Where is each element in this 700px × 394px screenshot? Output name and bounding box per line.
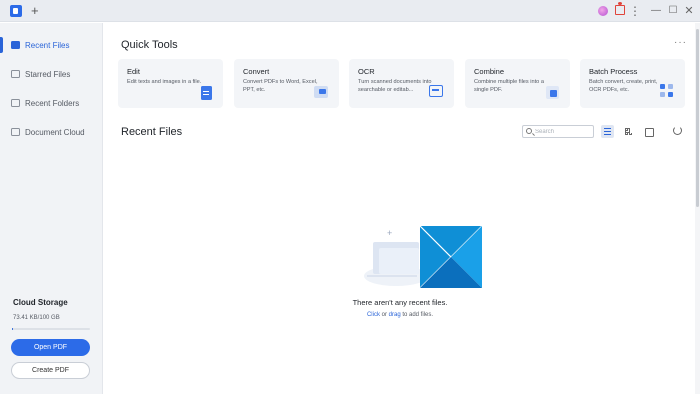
cloud-icon — [11, 128, 20, 136]
tool-card-title: Batch Process — [589, 67, 638, 76]
user-avatar-icon[interactable] — [598, 6, 608, 16]
empty-state-hint: Click or drag to add files. — [300, 312, 500, 318]
hint-or-text: or — [379, 312, 389, 318]
empty-state-illustration: + — [364, 226, 483, 289]
gift-icon[interactable] — [615, 2, 625, 15]
list-view-button[interactable] — [601, 125, 614, 138]
tool-card-edit[interactable]: Edit Edit texts and images in a file. — [118, 59, 223, 108]
more-options-button[interactable]: ··· — [674, 37, 687, 48]
grid-view-button[interactable] — [622, 125, 635, 138]
tool-card-desc: Combine multiple files into a single PDF… — [474, 79, 544, 93]
sidebar-item-recent-folders[interactable]: Recent Folders — [0, 91, 102, 115]
combine-icon — [546, 86, 559, 99]
click-to-add-link[interactable]: Click — [367, 312, 380, 318]
tool-card-convert[interactable]: Convert Convert PDFs to Word, Excel, PPT… — [234, 59, 339, 108]
search-input[interactable] — [535, 127, 591, 136]
scrollbar[interactable] — [695, 23, 700, 394]
sidebar-item-label: Recent Folders — [25, 98, 80, 108]
tool-card-title: Convert — [243, 67, 270, 76]
maximize-icon[interactable]: ☐ — [668, 4, 678, 18]
search-icon — [526, 128, 532, 134]
sidebar: Recent Files Starred Files Recent Folder… — [0, 23, 103, 394]
folder-icon — [11, 99, 20, 107]
create-pdf-button[interactable]: Create PDF — [11, 362, 90, 379]
hint-rest-text: to add files. — [400, 312, 434, 318]
edit-doc-icon — [201, 86, 212, 100]
minimize-icon[interactable]: — — [651, 4, 661, 18]
clear-recent-button[interactable] — [642, 125, 655, 138]
tool-card-ocr[interactable]: OCR Turn scanned documents into searchab… — [349, 59, 454, 108]
cloud-storage-usage: 73.41 KB/100 GB — [13, 315, 60, 321]
tool-card-desc: Convert PDFs to Word, Excel, PPT, etc. — [243, 79, 318, 93]
open-pdf-button[interactable]: Open PDF — [11, 339, 90, 356]
sidebar-item-starred-files[interactable]: Starred Files — [0, 62, 102, 86]
quick-tools-title: Quick Tools — [121, 39, 178, 51]
tool-card-title: OCR — [358, 67, 375, 76]
sidebar-item-recent-files[interactable]: Recent Files — [0, 33, 102, 57]
sidebar-item-label: Recent Files — [25, 40, 70, 50]
recent-files-icon — [11, 41, 20, 49]
menu-kebab-icon[interactable]: ⋮ — [629, 4, 641, 18]
batch-process-icon — [660, 84, 674, 98]
tool-card-title: Edit — [127, 67, 140, 76]
tool-card-desc: Edit texts and images in a file. — [127, 79, 202, 85]
new-tab-button[interactable]: + — [31, 3, 39, 19]
scrollbar-thumb[interactable] — [696, 29, 699, 207]
close-icon[interactable]: ✕ — [684, 4, 694, 18]
star-icon — [11, 70, 20, 78]
svg-text:+: + — [387, 228, 392, 238]
app-logo-icon — [10, 5, 22, 17]
refresh-icon[interactable] — [673, 126, 682, 135]
sidebar-item-document-cloud[interactable]: Document Cloud — [0, 120, 102, 144]
storage-progress-bar — [12, 328, 90, 330]
drag-to-add-link[interactable]: drag — [389, 312, 401, 318]
title-bar: + ⋮ — ☐ ✕ — [0, 0, 700, 22]
tool-card-title: Combine — [474, 67, 505, 76]
sidebar-item-label: Document Cloud — [25, 127, 85, 137]
convert-icon — [314, 86, 328, 98]
tool-card-desc: Turn scanned documents into searchable o… — [358, 79, 432, 93]
storage-progress-fill — [12, 328, 13, 330]
empty-state-title: There aren't any recent files. — [352, 298, 448, 307]
ocr-scan-icon — [429, 85, 443, 97]
tool-card-combine[interactable]: Combine Combine multiple files into a si… — [465, 59, 570, 108]
search-box — [522, 125, 594, 138]
tool-card-desc: Batch convert, create, print, OCR PDFs, … — [589, 79, 658, 93]
tool-card-batch-process[interactable]: Batch Process Batch convert, create, pri… — [580, 59, 685, 108]
recent-files-title: Recent Files — [121, 126, 183, 138]
sidebar-item-label: Starred Files — [25, 69, 71, 79]
cloud-storage-title: Cloud Storage — [13, 298, 68, 307]
